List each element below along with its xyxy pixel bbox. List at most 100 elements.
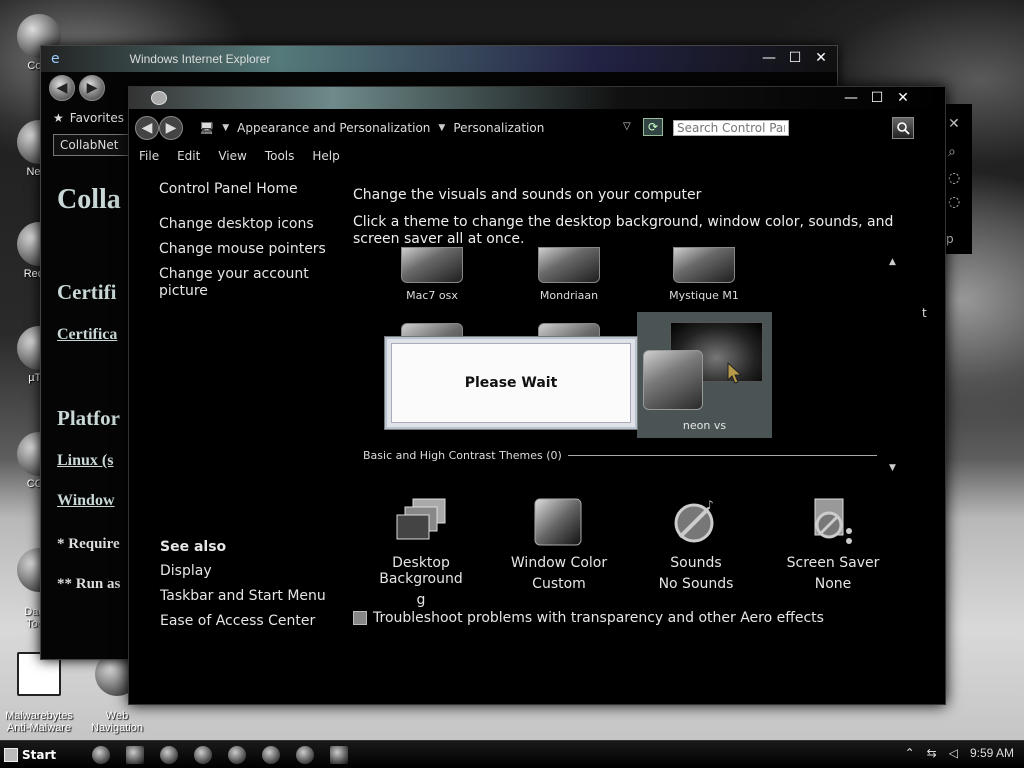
volume-icon[interactable]: ◁	[949, 746, 958, 760]
theme-label: neon vs	[682, 419, 727, 432]
change-mouse-pointers-link[interactable]: Change mouse pointers	[159, 241, 339, 258]
desktop-icon-label: Malwarebytes Anti-Malware	[5, 710, 73, 734]
ie-window-title: Windows Internet Explorer	[129, 52, 271, 66]
close-icon[interactable]: ✕	[813, 50, 829, 66]
minimize-icon[interactable]: —	[761, 50, 777, 66]
maximize-icon[interactable]: ☐	[787, 50, 803, 66]
setting-value: None	[814, 576, 852, 592]
change-account-picture-link[interactable]: Change your account picture	[159, 266, 339, 300]
display-link[interactable]: Display	[160, 563, 326, 580]
control-panel-home-link[interactable]: Control Panel Home	[159, 181, 339, 198]
search-icon[interactable]	[892, 117, 914, 139]
basic-themes-section-header[interactable]: Basic and High Contrast Themes (0)	[363, 449, 877, 462]
ease-of-access-link[interactable]: Ease of Access Center	[160, 613, 326, 630]
setting-label: Window Color	[510, 555, 608, 571]
cp-titlebar[interactable]: — ☐ ✕	[129, 87, 945, 109]
close-icon[interactable]: ✕	[948, 116, 960, 132]
menu-tools[interactable]: Tools	[265, 149, 295, 163]
loading-icon: ◌	[948, 194, 961, 210]
wordpress-icon[interactable]	[228, 745, 247, 764]
setting-value: g	[416, 592, 426, 608]
sounds-setting[interactable]: ♪ Sounds No Sounds	[626, 497, 766, 592]
see-also-section: See also Display Taskbar and Start Menu …	[160, 539, 326, 638]
sounds-icon: ♪	[674, 498, 714, 543]
setting-label: Sounds	[670, 555, 722, 571]
breadcrumb-appearance[interactable]: Appearance and Personalization	[237, 121, 430, 135]
window-color-icon	[534, 498, 582, 546]
quicklaunch-icon[interactable]	[92, 745, 111, 764]
desktop-icon-label: Web Navigation	[91, 710, 143, 734]
close-icon[interactable]: ✕	[895, 90, 911, 106]
chevron-down-icon[interactable]: ▼	[438, 123, 445, 133]
start-button[interactable]: Start	[4, 747, 57, 762]
divider	[567, 455, 877, 456]
window-color-setting[interactable]: Window Color Custom	[489, 497, 629, 592]
theme-mystique-m1[interactable]: Mystique M1	[639, 247, 769, 302]
media-player-icon[interactable]	[160, 745, 179, 764]
search-icon[interactable]: ⌕	[948, 144, 956, 160]
setting-label: Desktop Background	[379, 555, 463, 587]
breadcrumb-personalization[interactable]: Personalization	[453, 121, 544, 135]
start-label: Start	[22, 747, 57, 762]
change-desktop-icons-link[interactable]: Change desktop icons	[159, 216, 339, 233]
page-heading: Platfor	[57, 406, 120, 430]
desktop-background-setting[interactable]: Desktop Background g	[351, 497, 491, 608]
scroll-down-icon[interactable]: ▼	[889, 463, 896, 473]
menu-view[interactable]: View	[218, 149, 246, 163]
back-button[interactable]: ◀	[135, 116, 159, 140]
favorites-button[interactable]: Favorites	[70, 111, 124, 125]
forward-button[interactable]: ▶	[159, 116, 183, 140]
back-button[interactable]: ◀	[49, 75, 75, 101]
control-panel-window[interactable]: — ☐ ✕ ◀ ▶ 🖥 ▼ Appearance and Personaliza…	[128, 86, 946, 705]
clock[interactable]: 9:59 AM	[970, 746, 1014, 760]
menu-help[interactable]: Help	[312, 149, 339, 163]
chevron-down-icon[interactable]: ▼	[222, 123, 229, 133]
right-edge-window: ✕ ⌕ ◌ ◌ p	[946, 104, 972, 254]
control-panel-icon[interactable]	[330, 745, 349, 764]
ie-titlebar[interactable]: e Windows Internet Explorer — ☐ ✕	[41, 46, 837, 72]
ie-tab[interactable]: CollabNet	[53, 134, 133, 156]
page-description: Click a theme to change the desktop back…	[353, 214, 894, 247]
opera-icon[interactable]	[194, 745, 213, 764]
menu-file[interactable]: File	[139, 149, 159, 163]
page-link[interactable]: Certifica	[57, 326, 117, 344]
troubleshoot-transparency-link[interactable]: Troubleshoot problems with transparency …	[353, 610, 824, 626]
minimize-icon[interactable]: —	[843, 90, 859, 106]
refresh-icon[interactable]: ⟳	[643, 118, 663, 136]
please-wait-dialog: Please Wait	[385, 337, 637, 429]
theme-neon-vs[interactable]: neon vs	[637, 312, 772, 438]
troubleshoot-icon	[353, 611, 367, 625]
network-icon[interactable]: ⇆	[927, 746, 937, 760]
taskbar: Start ⌃ ⇆ ◁ 9:59 AM	[0, 740, 1024, 768]
ie-logo-icon: e	[51, 51, 60, 67]
task-sidebar: Control Panel Home Change desktop icons …	[159, 181, 339, 308]
page-title: Change the visuals and sounds on your co…	[353, 187, 702, 203]
theme-mac7-osx[interactable]: Mac7 osx	[367, 247, 497, 302]
firefox-icon[interactable]	[296, 745, 315, 764]
screen-saver-setting[interactable]: Screen Saver None	[763, 497, 903, 592]
theme-label: Mac7 osx	[406, 289, 458, 302]
star-icon: ★	[53, 111, 64, 125]
taskbar-start-menu-link[interactable]: Taskbar and Start Menu	[160, 588, 326, 605]
windows-logo-icon	[4, 747, 18, 762]
maximize-icon[interactable]: ☐	[869, 90, 885, 106]
forward-button[interactable]: ▶	[79, 75, 105, 101]
theme-mondriaan[interactable]: Mondriaan	[504, 247, 634, 302]
chevron-down-icon[interactable]: ▽	[623, 121, 631, 132]
section-label: Basic and High Contrast Themes (0)	[363, 449, 562, 462]
svg-text:♪: ♪	[706, 498, 714, 512]
globe-icon[interactable]	[262, 745, 281, 764]
folder-icon[interactable]	[126, 745, 145, 764]
chevron-up-icon[interactable]: ⌃	[905, 746, 915, 760]
page-note: ** Run as	[57, 576, 121, 592]
scroll-up-icon[interactable]: ▲	[889, 257, 896, 267]
loading-icon: ◌	[948, 170, 961, 186]
page-link[interactable]: Window	[57, 492, 115, 510]
page-heading: Certifi	[57, 280, 117, 304]
search-input[interactable]	[673, 120, 789, 136]
setting-value: Custom	[532, 576, 586, 592]
page-link[interactable]: Linux (s	[57, 452, 113, 470]
system-tray: ⌃ ⇆ ◁ 9:59 AM	[905, 746, 1014, 760]
theme-thumbnail	[538, 247, 600, 283]
menu-edit[interactable]: Edit	[177, 149, 200, 163]
